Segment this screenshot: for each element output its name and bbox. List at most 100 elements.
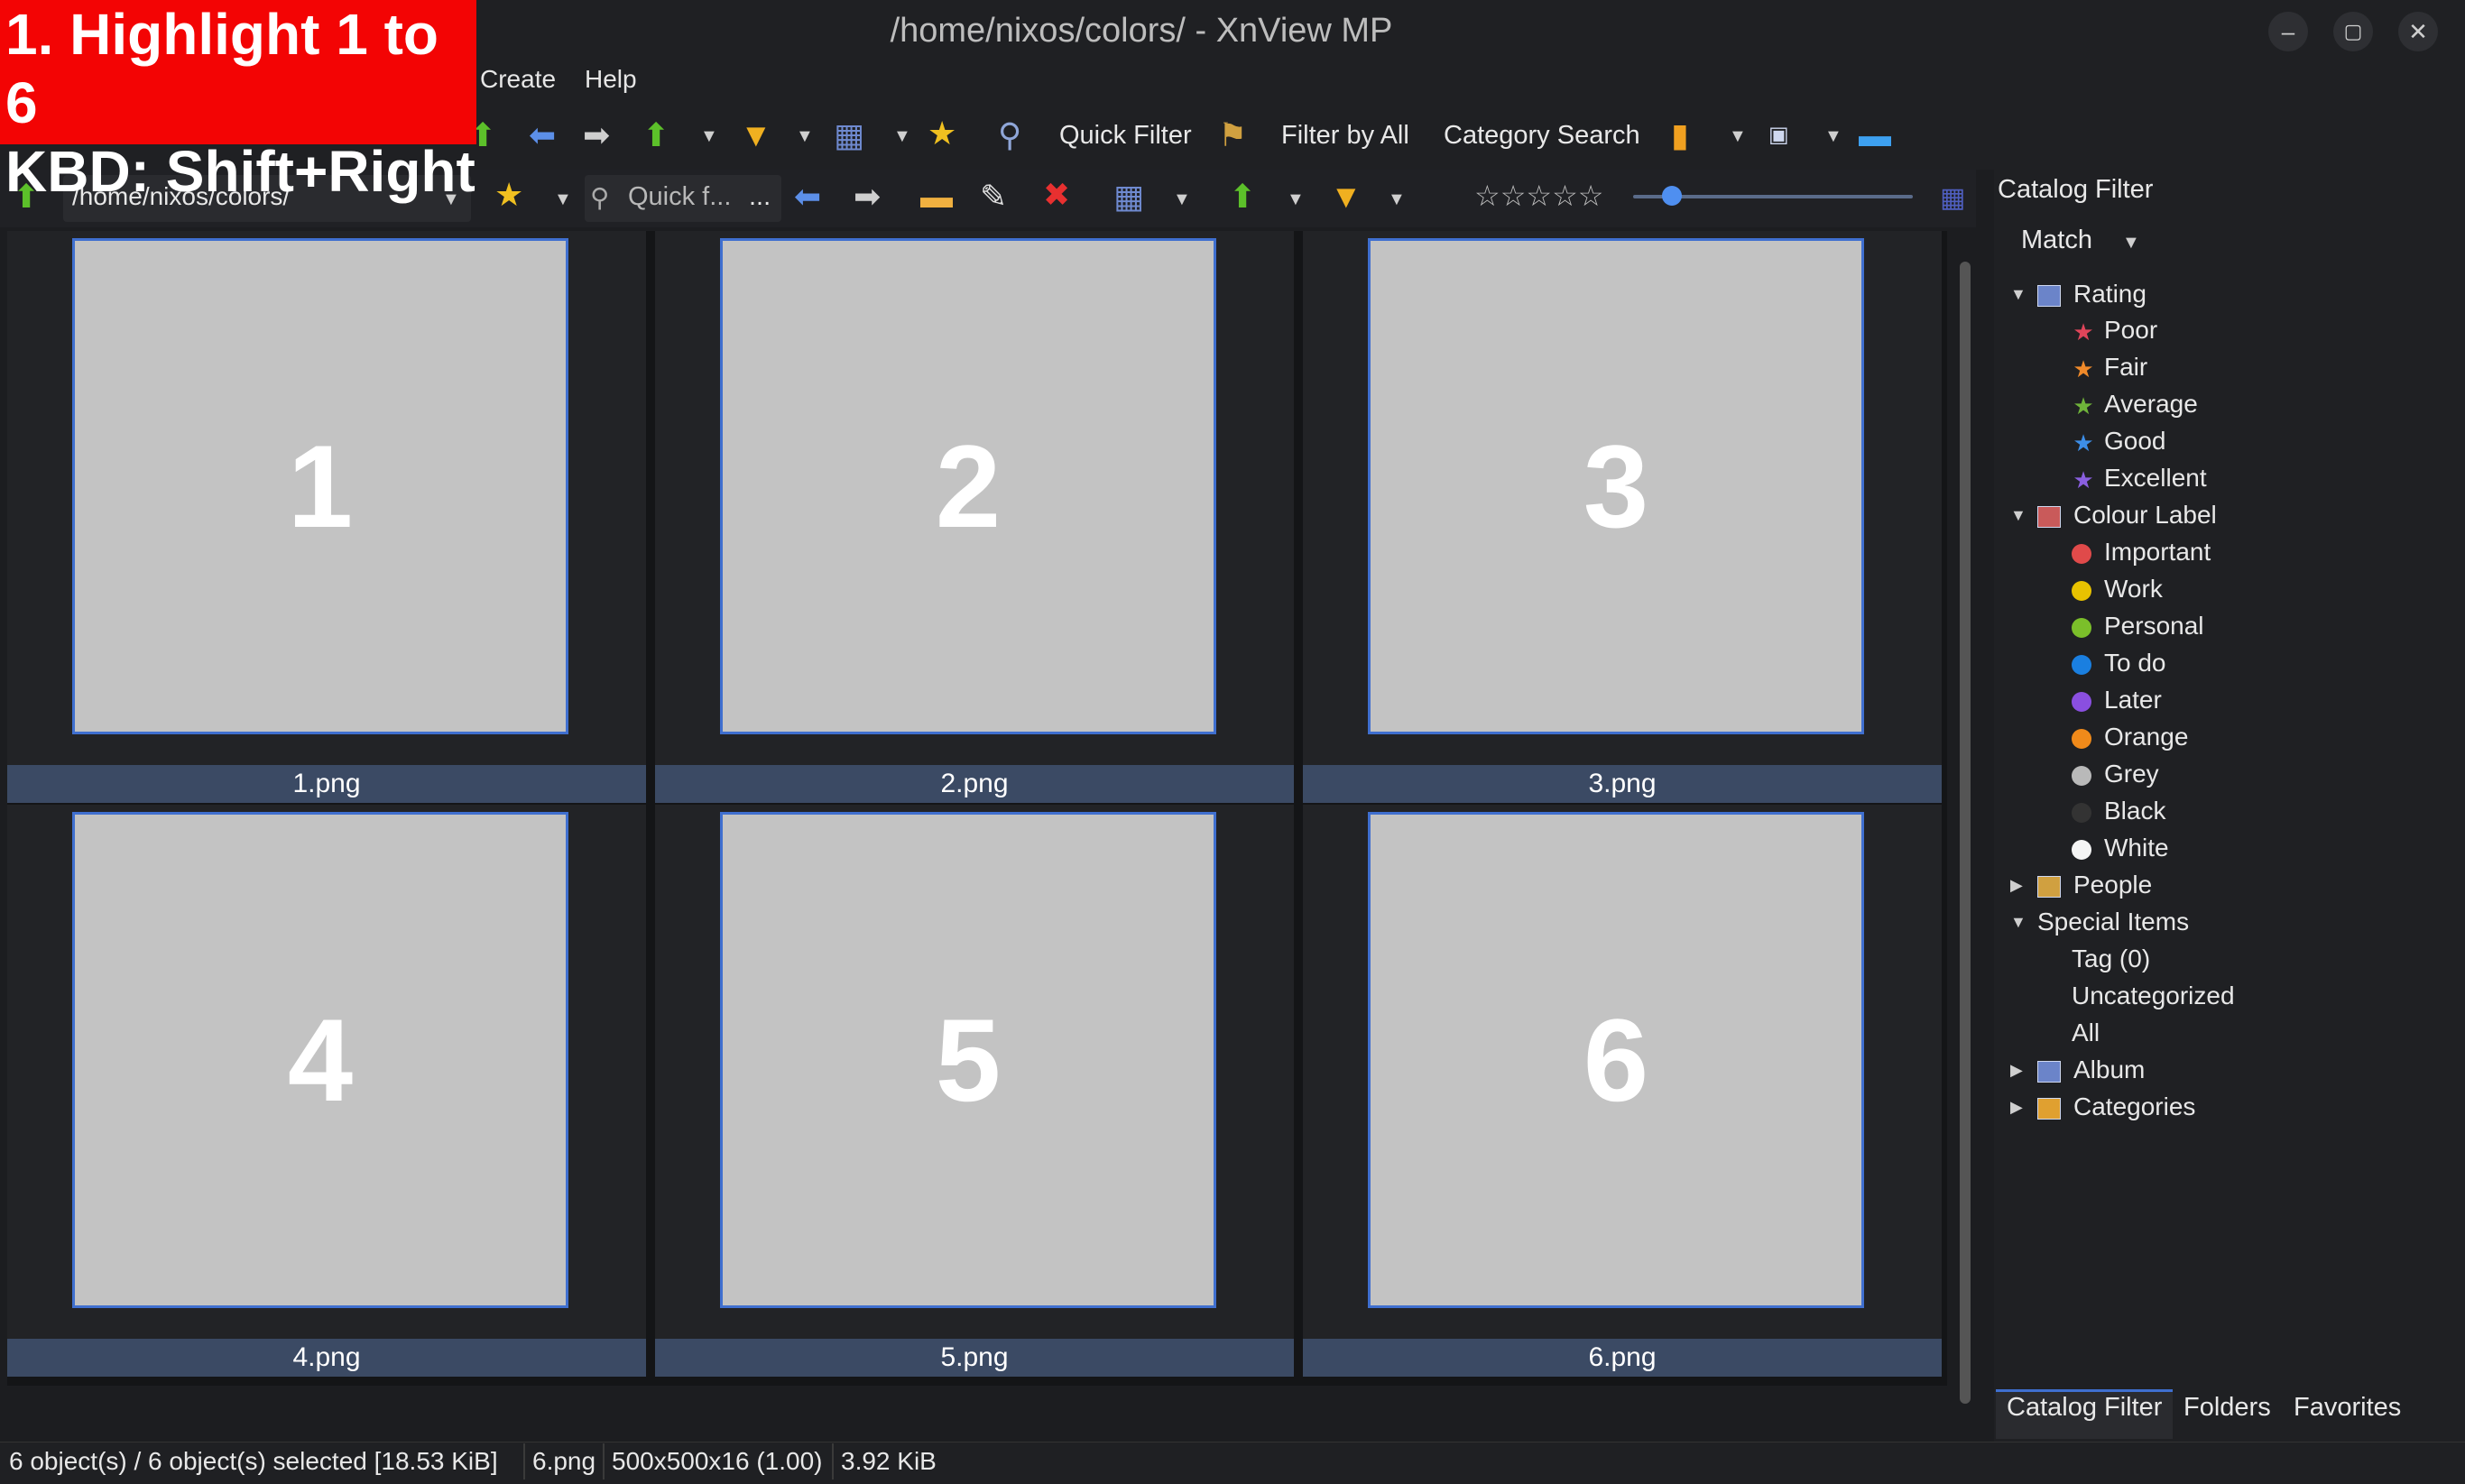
color-dot-icon	[2072, 839, 2091, 860]
tree-rating[interactable]: Rating	[2037, 276, 2146, 312]
favorite-star-icon[interactable]: ★	[928, 115, 956, 152]
collapse-arrow-icon[interactable]: ▶	[2010, 1052, 2023, 1088]
sync-icon[interactable]: ⬆	[642, 117, 669, 153]
rename-icon[interactable]: ✎	[980, 179, 1007, 215]
new-folder-icon[interactable]: ▬	[920, 179, 953, 215]
tree-colour-black[interactable]: Black	[2072, 793, 2165, 829]
thumbnail-caption: 3.png	[1303, 765, 1942, 803]
menu-help[interactable]: Help	[585, 65, 637, 94]
back-icon[interactable]: ⬅	[529, 117, 556, 153]
tree-colour-todo[interactable]: To do	[2072, 645, 2166, 681]
rating-icon	[2037, 284, 2061, 307]
chevron-down-icon[interactable]: ▼	[700, 126, 718, 147]
delete-icon[interactable]: ✖	[1043, 177, 1070, 213]
tab-folders[interactable]: Folders	[2183, 1393, 2271, 1423]
forward-icon[interactable]: ➡	[583, 117, 610, 153]
grid-icon[interactable]: ▦	[1940, 180, 1965, 217]
rating-filter-stars[interactable]: ☆☆☆☆☆	[1474, 179, 1603, 213]
tab-catalog-filter[interactable]: Catalog Filter	[2007, 1393, 2162, 1423]
sort-icon[interactable]: ⬆	[1229, 179, 1256, 215]
tree-colour-work[interactable]: Work	[2072, 571, 2163, 607]
expand-arrow-icon[interactable]: ▼	[2010, 497, 2026, 533]
collapse-arrow-icon[interactable]: ▶	[2010, 1089, 2023, 1125]
thumbnail-caption: 4.png	[7, 1339, 646, 1377]
tree-colour-later[interactable]: Later	[2072, 682, 2162, 718]
color-dot-icon	[2072, 802, 2091, 823]
tree-colour-important[interactable]: Important	[2072, 534, 2211, 570]
folder-icon[interactable]: ▬	[1859, 117, 1891, 153]
favorite-star-icon[interactable]: ★	[494, 177, 523, 213]
tree-rating-excellent[interactable]: ★ Excellent	[2072, 460, 2207, 496]
collapse-arrow-icon[interactable]: ▶	[2010, 867, 2023, 903]
view-grid-icon[interactable]: ▦	[834, 117, 864, 153]
back-icon[interactable]: ⬅	[794, 179, 821, 215]
expand-arrow-icon[interactable]: ▼	[2010, 904, 2026, 940]
tree-special-uncategorized[interactable]: Uncategorized	[2072, 978, 2235, 1014]
tree-colour-personal[interactable]: Personal	[2072, 608, 2204, 644]
slider-handle[interactable]	[1662, 186, 1682, 206]
thumbnail-image[interactable]: 5	[720, 812, 1216, 1308]
tree-rating-fair[interactable]: ★ Fair	[2072, 349, 2147, 385]
chevron-down-icon[interactable]: ▼	[554, 189, 572, 210]
close-button[interactable]: ✕	[2398, 12, 2438, 51]
match-dropdown[interactable]: Match	[2021, 226, 2092, 255]
tree-label: Rating	[2073, 280, 2146, 308]
thumbnail-item[interactable]: 2 2.png	[655, 231, 1294, 803]
tree-album[interactable]: Album	[2037, 1052, 2145, 1088]
thumbnail-image[interactable]: 2	[720, 238, 1216, 734]
tree-colour-orange[interactable]: Orange	[2072, 719, 2188, 755]
tree-label: Excellent	[2104, 464, 2207, 492]
thumbnail-image[interactable]: 3	[1368, 238, 1864, 734]
chevron-down-icon[interactable]: ▼	[1824, 126, 1842, 147]
tree-colour-white[interactable]: White	[2072, 830, 2169, 866]
chevron-down-icon[interactable]: ▼	[796, 126, 814, 147]
bookmark-icon[interactable]: ▮	[1671, 117, 1689, 153]
view-mode-icon[interactable]: ▦	[1113, 179, 1144, 215]
tree-people[interactable]: People	[2037, 867, 2152, 903]
tree-rating-good[interactable]: ★ Good	[2072, 423, 2165, 459]
tree-colour-grey[interactable]: Grey	[2072, 756, 2159, 792]
chevron-down-icon[interactable]: ▼	[1729, 126, 1747, 147]
thumbnail-item[interactable]: 4 4.png	[7, 805, 646, 1377]
thumbnail-image[interactable]: 6	[1368, 812, 1864, 1308]
chevron-down-icon[interactable]: ▼	[893, 126, 911, 147]
expand-arrow-icon[interactable]: ▼	[2010, 276, 2026, 312]
catalog-filter-panel	[1994, 170, 2465, 1442]
thumbnail-item[interactable]: 5 5.png	[655, 805, 1294, 1377]
thumbnail-number: 6	[1583, 994, 1649, 1126]
tree-special-all[interactable]: All	[2072, 1015, 2100, 1051]
quick-filter-button[interactable]: Quick Filter	[1059, 121, 1192, 151]
thumbnail-item[interactable]: 1 1.png	[7, 231, 646, 803]
status-objects: 6 object(s) / 6 object(s) selected [18.5…	[9, 1447, 498, 1475]
menu-create[interactable]: Create	[480, 65, 556, 94]
filter-icon[interactable]: ▼	[740, 117, 772, 153]
chevron-down-icon[interactable]: ▼	[1287, 189, 1305, 210]
tree-special-tag[interactable]: Tag (0)	[2072, 941, 2150, 977]
chevron-down-icon[interactable]: ▼	[1173, 189, 1191, 210]
tree-special-items[interactable]: Special Items	[2037, 904, 2189, 940]
rating-tag-icon[interactable]: ▣	[1768, 117, 1789, 153]
tree-categories[interactable]: Categories	[2037, 1089, 2195, 1125]
thumbnail-item[interactable]: 3 3.png	[1303, 231, 1942, 803]
tree-colour-label[interactable]: Colour Label	[2037, 497, 2217, 533]
quick-find-more-button[interactable]: ...	[749, 182, 771, 212]
tree-label: Poor	[2104, 316, 2158, 344]
thumbnail-item[interactable]: 6 6.png	[1303, 805, 1942, 1377]
tree-rating-poor[interactable]: ★ Poor	[2072, 312, 2157, 348]
vertical-scrollbar[interactable]	[1960, 262, 1971, 1404]
chevron-down-icon[interactable]: ▼	[2122, 233, 2140, 253]
thumbnail-image[interactable]: 1	[72, 238, 568, 734]
chevron-down-icon[interactable]: ▼	[1388, 189, 1406, 210]
minimize-button[interactable]: –	[2268, 12, 2308, 51]
thumbnail-number: 4	[287, 994, 354, 1126]
instruction-line-2: KBD: Shift+Right	[5, 139, 475, 204]
tree-label: Work	[2104, 575, 2163, 603]
filter-by-all-button[interactable]: Filter by All	[1281, 121, 1409, 151]
filter-icon[interactable]: ▼	[1330, 179, 1362, 215]
forward-icon[interactable]: ➡	[854, 179, 881, 215]
tab-favorites[interactable]: Favorites	[2294, 1393, 2401, 1423]
maximize-button[interactable]: ▢	[2333, 12, 2373, 51]
thumbnail-image[interactable]: 4	[72, 812, 568, 1308]
category-search-button[interactable]: Category Search	[1444, 121, 1640, 151]
tree-rating-average[interactable]: ★ Average	[2072, 386, 2197, 422]
